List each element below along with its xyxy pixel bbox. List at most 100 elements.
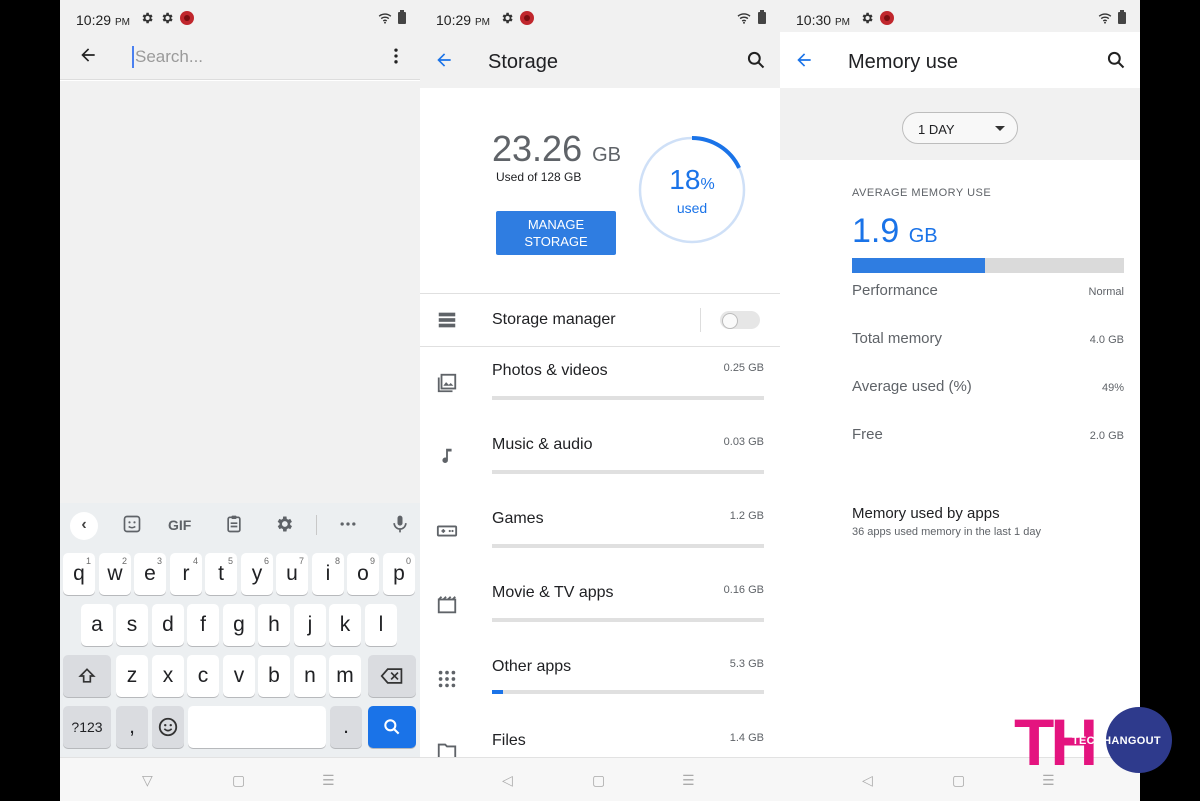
backspace-key[interactable] [368, 655, 416, 697]
symbols-key[interactable]: ?123 [63, 706, 111, 748]
manage-storage-label-line1: MANAGE [527, 217, 585, 232]
battery-icon [1118, 10, 1126, 24]
category-bar [492, 618, 764, 622]
key-b[interactable]: b [258, 655, 290, 697]
caret-down-icon [995, 126, 1005, 131]
status-bar: 10:30 PM [780, 0, 1140, 32]
emoji-icon [158, 717, 178, 737]
memory-screen: 10:30 PM Memory use 1 DAY AVERAGE MEMORY… [780, 0, 1140, 801]
key-g[interactable]: g [223, 604, 255, 646]
search-key[interactable] [368, 706, 416, 748]
key-y[interactable]: y6 [241, 553, 273, 595]
comma-key[interactable]: , [116, 706, 148, 748]
emoji-key[interactable] [152, 706, 184, 748]
chevron-left-icon[interactable]: ‹ [70, 512, 98, 540]
key-i[interactable]: i8 [312, 553, 344, 595]
key-l[interactable]: l [365, 604, 397, 646]
nav-home-icon[interactable]: ▢ [592, 772, 605, 789]
category-bar [492, 544, 764, 548]
more-horiz-icon[interactable] [338, 514, 358, 534]
back-arrow-icon[interactable] [78, 45, 98, 65]
category-label: Files [492, 732, 526, 749]
nav-home-icon[interactable]: ▢ [232, 772, 245, 789]
key-c[interactable]: c [187, 655, 219, 697]
key-w[interactable]: w2 [99, 553, 131, 595]
key-e[interactable]: e3 [134, 553, 166, 595]
wifi-icon [378, 13, 392, 24]
gamepad-icon [436, 525, 458, 537]
divider [420, 293, 780, 294]
backspace-icon [380, 668, 403, 684]
key-u[interactable]: u7 [276, 553, 308, 595]
stat-label: Total memory [852, 330, 943, 347]
key-a[interactable]: a [81, 604, 113, 646]
nav-recents-icon[interactable]: ☰ [682, 772, 695, 789]
status-bar: 10:29 PM [60, 0, 420, 32]
microphone-icon[interactable] [390, 514, 410, 534]
space-key[interactable] [188, 706, 326, 748]
key-o[interactable]: o9 [347, 553, 379, 595]
key-n[interactable]: n [294, 655, 326, 697]
stat-label: Performance [852, 282, 938, 299]
nav-back-icon[interactable]: ▽ [142, 772, 153, 789]
gear-icon [162, 12, 173, 24]
settings-icon[interactable] [274, 514, 294, 534]
search-input[interactable]: Search... [132, 46, 203, 68]
back-arrow-icon[interactable] [434, 50, 454, 70]
period-key[interactable]: . [330, 706, 362, 748]
manage-storage-button[interactable]: MANAGE STORAGE [496, 211, 616, 255]
key-q[interactable]: q1 [63, 553, 95, 595]
category-size: 1.2 GB [729, 510, 764, 522]
app-notification-icon [520, 11, 534, 25]
key-t[interactable]: t5 [205, 553, 237, 595]
key-x[interactable]: x [152, 655, 184, 697]
clipboard-icon[interactable] [224, 514, 244, 534]
key-h[interactable]: h [258, 604, 290, 646]
nav-home-icon[interactable]: ▢ [952, 772, 965, 789]
status-time: 10:29 PM [436, 12, 490, 28]
more-vert-icon[interactable] [386, 46, 406, 66]
back-arrow-icon[interactable] [794, 50, 814, 70]
nav-back-icon[interactable]: ◁ [502, 772, 513, 789]
key-p[interactable]: p0 [383, 553, 415, 595]
category-label: Games [492, 510, 544, 527]
key-s[interactable]: s [116, 604, 148, 646]
category-bar [492, 396, 764, 400]
used-of-total: Used of 128 GB [496, 170, 582, 184]
shift-icon [78, 668, 96, 683]
stat-value: 2.0 GB [1089, 430, 1124, 442]
battery-icon [758, 10, 766, 24]
key-k[interactable]: k [329, 604, 361, 646]
category-size: 1.4 GB [729, 732, 764, 744]
wifi-icon [737, 13, 751, 24]
movie-icon [437, 596, 457, 614]
stat-value: 4.0 GB [1089, 334, 1124, 346]
usage-percent: 18% [669, 164, 715, 195]
period-dropdown-value: 1 DAY [918, 122, 955, 137]
storage-manager-toggle[interactable] [720, 311, 760, 329]
key-m[interactable]: m [329, 655, 361, 697]
search-toolbar: Search... [60, 32, 420, 80]
key-z[interactable]: z [116, 655, 148, 697]
nav-recents-icon[interactable]: ☰ [322, 772, 335, 789]
average-memory-label: AVERAGE MEMORY USE [852, 187, 992, 199]
search-icon[interactable] [746, 50, 766, 70]
app-notification-icon [180, 11, 194, 25]
stat-label: Average used (%) [852, 378, 972, 395]
keyboard-toolbar: ‹ GIF [60, 503, 420, 547]
search-icon[interactable] [1106, 50, 1126, 70]
battery-icon [398, 10, 406, 24]
key-f[interactable]: f [187, 604, 219, 646]
key-r[interactable]: r4 [170, 553, 202, 595]
shift-key[interactable] [63, 655, 111, 697]
key-j[interactable]: j [294, 604, 326, 646]
key-d[interactable]: d [152, 604, 184, 646]
category-size: 0.25 GB [723, 362, 764, 374]
category-label: Movie & TV apps [492, 584, 614, 601]
nav-back-icon[interactable]: ◁ [862, 772, 873, 789]
period-dropdown[interactable]: 1 DAY [902, 112, 1018, 144]
gif-button[interactable]: GIF [168, 517, 191, 533]
key-v[interactable]: v [223, 655, 255, 697]
sticker-icon[interactable] [122, 514, 142, 534]
app-notification-icon [880, 11, 894, 25]
